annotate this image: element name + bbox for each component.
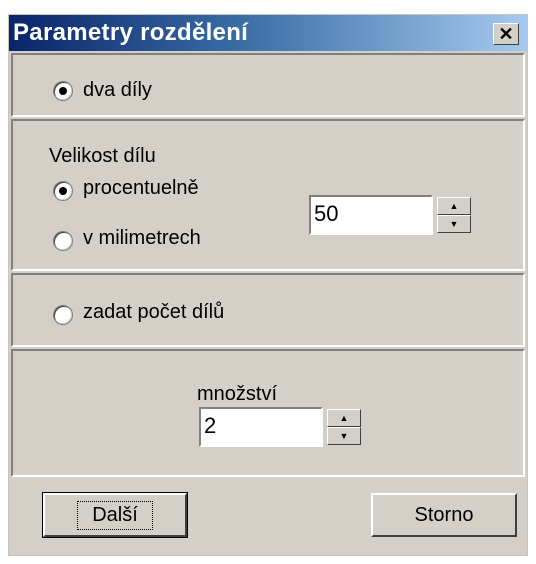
count-label: množství <box>197 383 278 405</box>
arrow-down-icon: ▼ <box>339 431 349 441</box>
dialog-window: Parametry rozdělení ✕ dva díly Velikost … <box>8 14 528 556</box>
radio-enter-count[interactable] <box>53 305 73 325</box>
cancel-button[interactable]: Storno <box>371 493 517 537</box>
size-spin-up-button[interactable]: ▲ <box>437 197 471 215</box>
two-parts-label[interactable]: dva díly <box>83 79 152 102</box>
close-button[interactable]: ✕ <box>493 23 519 45</box>
size-spin-down-button[interactable]: ▼ <box>437 215 471 233</box>
count-spinner: ▲ ▼ <box>327 409 361 445</box>
radio-two-parts[interactable] <box>53 81 73 101</box>
parts-option-group: dva díly <box>11 53 525 117</box>
title-bar[interactable]: Parametry rozdělení ✕ <box>9 15 527 51</box>
arrow-up-icon: ▲ <box>339 413 349 423</box>
size-group: Velikost dílu procentuelně v milimetrech… <box>11 119 525 271</box>
count-group: množství 2 ▲ ▼ <box>11 349 525 477</box>
radio-dot <box>59 187 67 195</box>
radio-percent[interactable] <box>53 181 73 201</box>
radio-millimeters[interactable] <box>53 231 73 251</box>
arrow-up-icon: ▲ <box>449 201 459 211</box>
dialog-title: Parametry rozdělení <box>13 19 249 46</box>
close-icon: ✕ <box>498 24 514 44</box>
count-spin-up-button[interactable]: ▲ <box>327 409 361 427</box>
next-button[interactable]: Další <box>42 492 188 538</box>
millimeters-label[interactable]: v milimetrech <box>83 227 201 250</box>
percent-label[interactable]: procentuelně <box>83 177 199 200</box>
size-spinner: ▲ ▼ <box>437 197 471 233</box>
enter-count-label[interactable]: zadat počet dílů <box>83 301 224 324</box>
count-option-group: zadat počet dílů <box>11 273 525 347</box>
size-group-title: Velikost dílu <box>49 145 156 167</box>
radio-dot <box>59 87 67 95</box>
count-spin-down-button[interactable]: ▼ <box>327 427 361 445</box>
arrow-down-icon: ▼ <box>449 219 459 229</box>
count-value-input[interactable]: 2 <box>199 407 323 447</box>
cancel-button-label: Storno <box>414 503 474 526</box>
size-value-input[interactable]: 50 <box>309 195 433 235</box>
next-button-label: Další <box>77 500 153 530</box>
